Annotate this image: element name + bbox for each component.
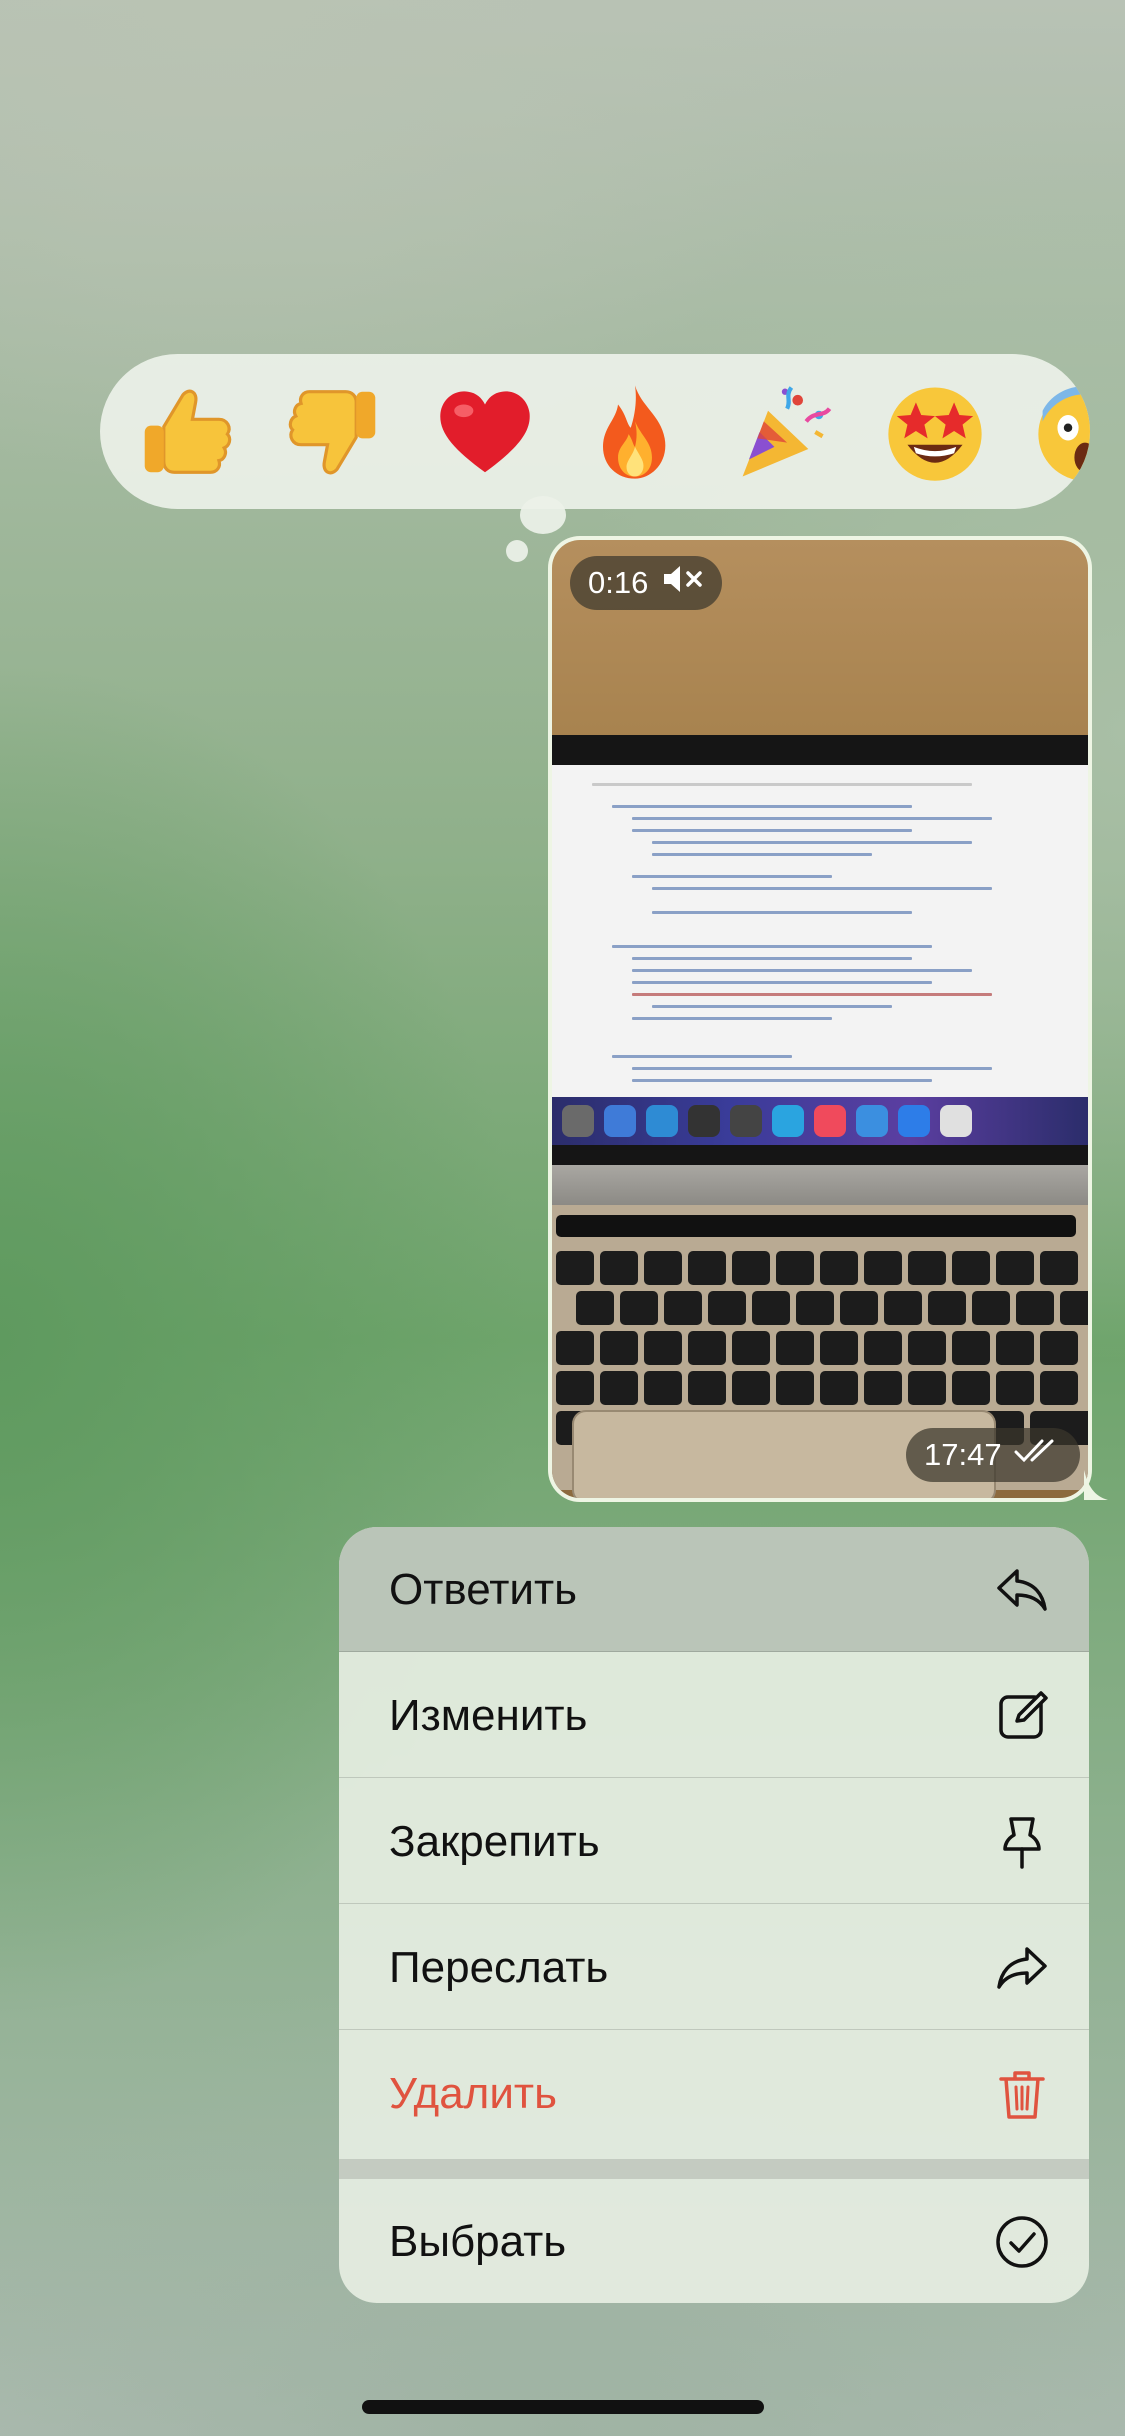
menu-item-reply[interactable]: Ответить <box>339 1527 1089 1652</box>
video-frame-laptop-screen <box>552 735 1088 1165</box>
menu-item-select[interactable]: Выбрать <box>339 2179 1089 2303</box>
fire-icon[interactable] <box>582 379 688 485</box>
message-context-menu: Ответить Изменить Закрепить Переслать Уд… <box>339 1527 1089 2303</box>
select-check-icon <box>993 2213 1051 2271</box>
menu-item-label: Удалить <box>389 2068 557 2118</box>
menu-item-pin[interactable]: Закрепить <box>339 1779 1089 1904</box>
message-bubble-tail <box>1084 1470 1108 1500</box>
edit-icon <box>993 1687 1051 1745</box>
menu-item-label: Изменить <box>389 1690 588 1740</box>
speaker-muted-icon[interactable] <box>662 563 704 603</box>
thumbs-up-icon[interactable] <box>132 379 238 485</box>
menu-item-delete[interactable]: Удалить <box>339 2031 1089 2156</box>
screaming-face-icon[interactable] <box>1032 379 1090 485</box>
trash-icon <box>993 2065 1051 2123</box>
menu-item-label: Закрепить <box>389 1816 600 1866</box>
menu-item-label: Выбрать <box>389 2216 567 2266</box>
star-struck-icon[interactable] <box>882 379 988 485</box>
message-timestamp-badge: 17:47 <box>906 1428 1080 1482</box>
menu-item-label: Переслать <box>389 1942 609 1992</box>
menu-item-label: Ответить <box>389 1564 578 1614</box>
video-frame-dock <box>552 1097 1088 1145</box>
red-heart-icon[interactable] <box>432 379 538 485</box>
menu-item-edit[interactable]: Изменить <box>339 1653 1089 1778</box>
message-time: 17:47 <box>924 1437 1002 1472</box>
video-message-bubble[interactable]: 0:16 17:47 <box>548 536 1092 1502</box>
home-indicator[interactable] <box>362 2400 764 2414</box>
party-popper-icon[interactable] <box>732 379 838 485</box>
forward-icon <box>993 1939 1051 1997</box>
pin-icon <box>993 1813 1051 1871</box>
reaction-bar-tail <box>520 496 566 534</box>
reply-icon <box>993 1561 1051 1619</box>
reaction-bar-tail-dot <box>506 540 528 562</box>
video-duration-badge: 0:16 <box>570 556 723 610</box>
menu-item-forward[interactable]: Переслать <box>339 1905 1089 2030</box>
video-preview[interactable]: 0:16 17:47 <box>552 540 1088 1498</box>
thumbs-down-icon[interactable] <box>282 379 388 485</box>
menu-separator <box>339 2159 1089 2179</box>
reaction-bar <box>100 354 1090 509</box>
video-duration: 0:16 <box>588 565 649 600</box>
double-check-icon <box>1014 1437 1062 1473</box>
